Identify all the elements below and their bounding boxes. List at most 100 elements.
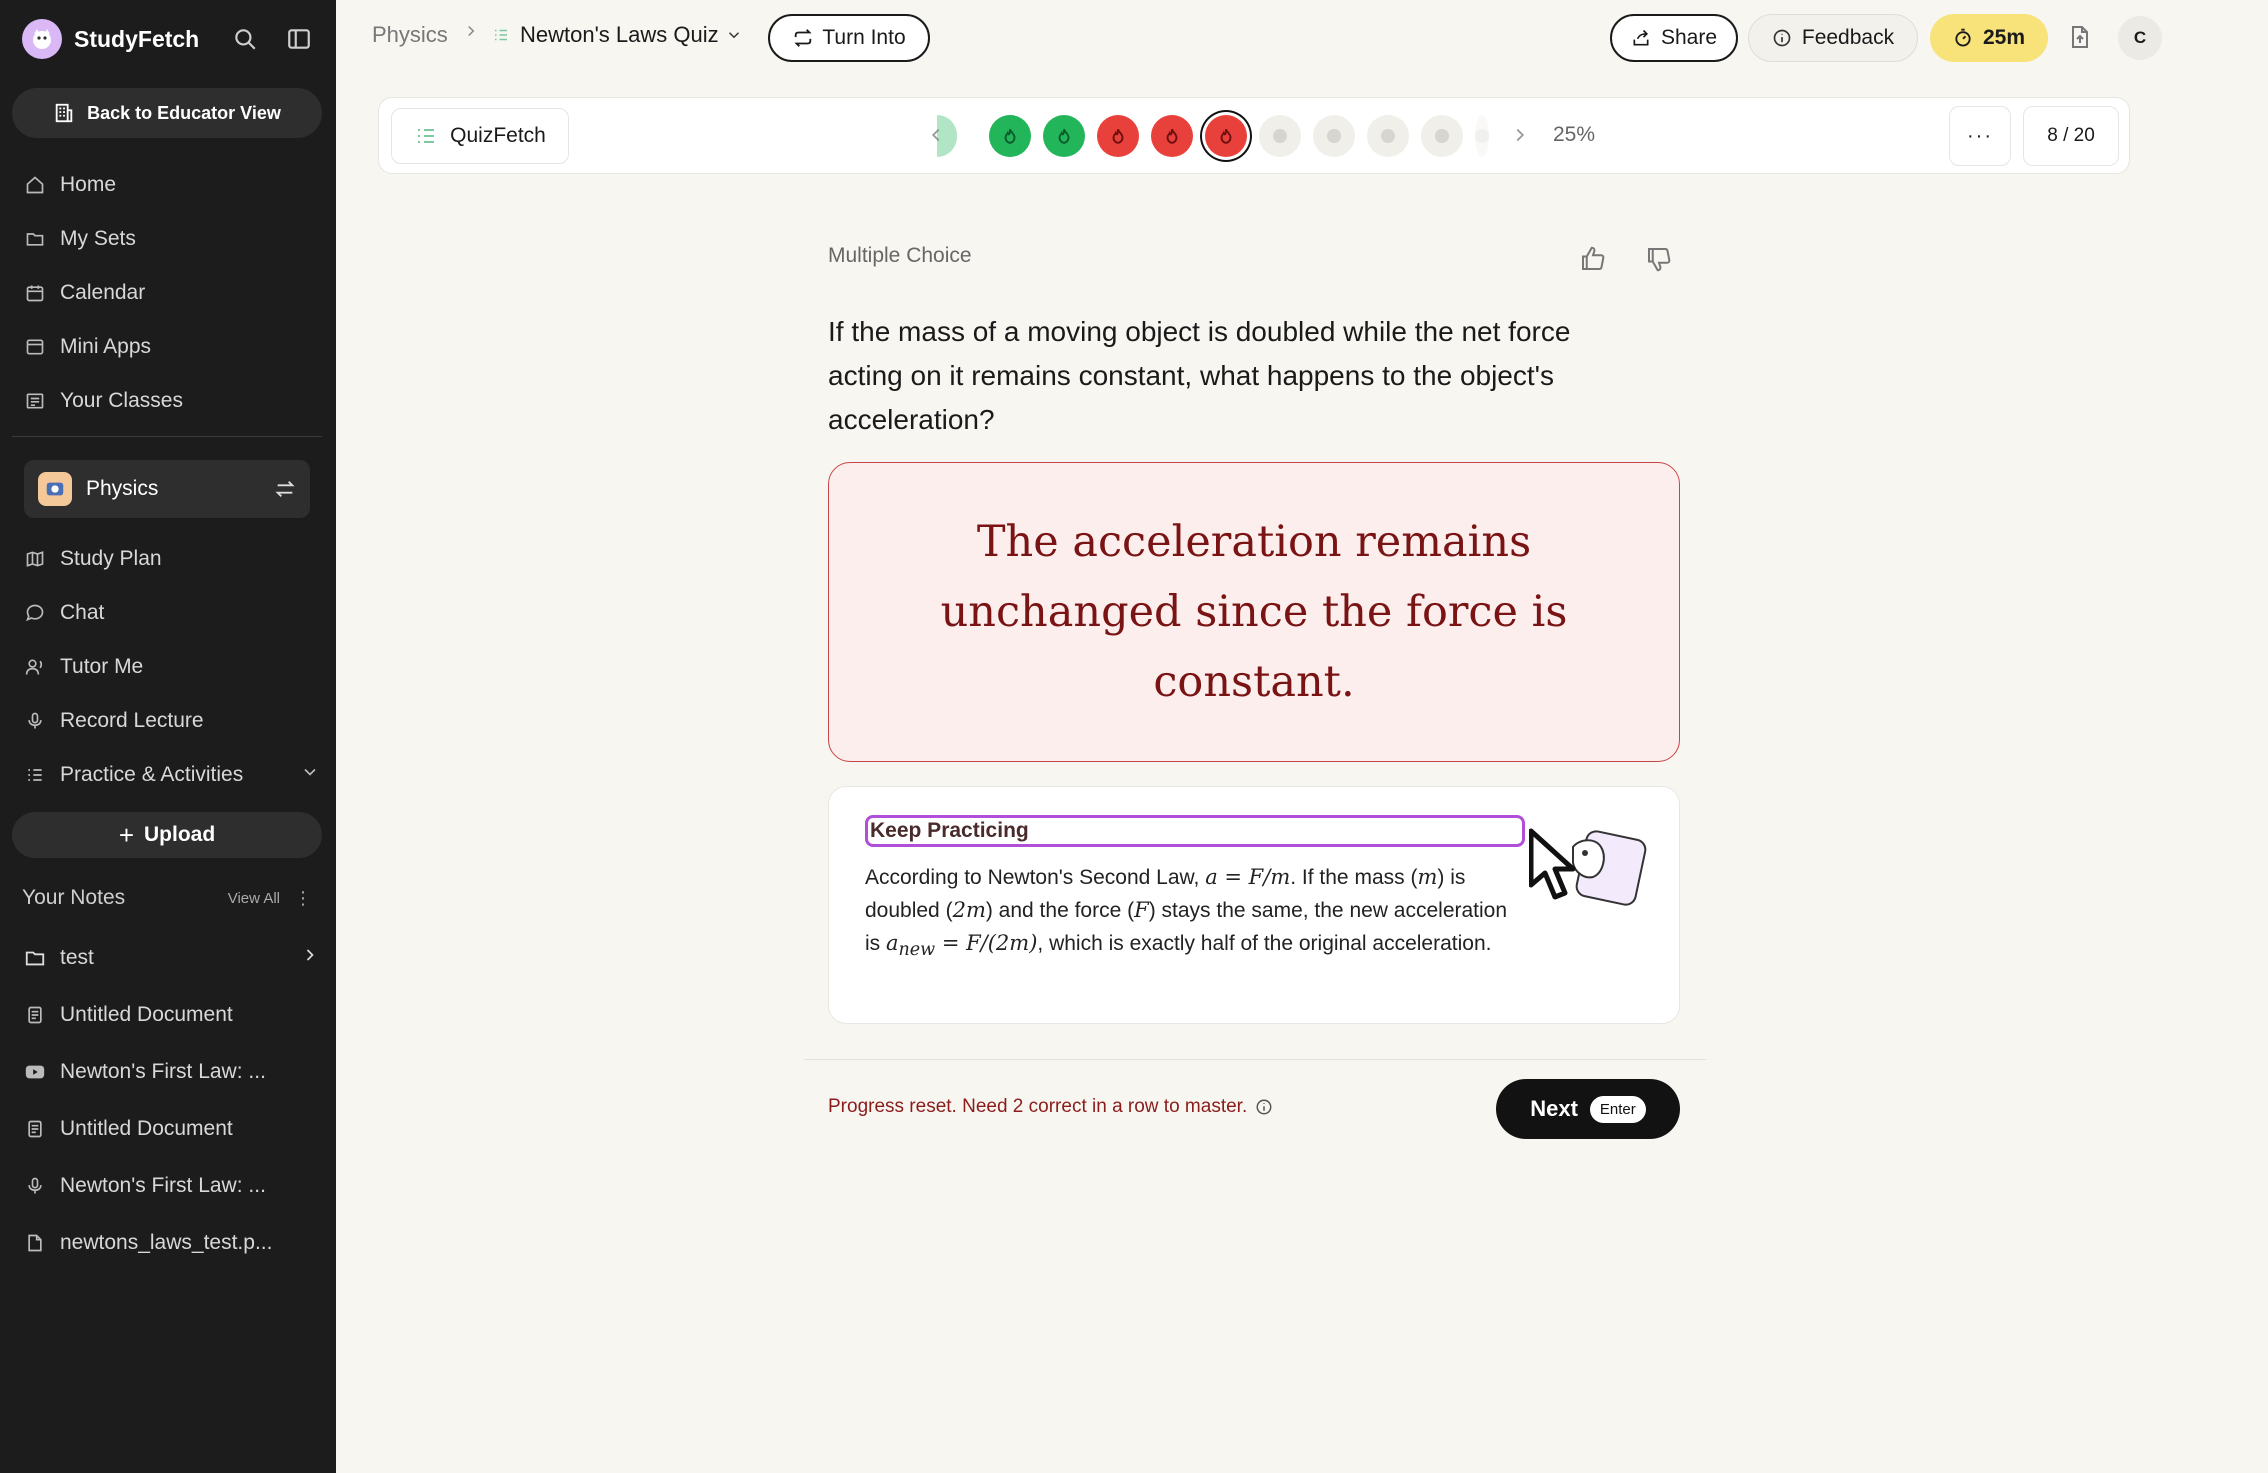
- sidebar-item-record-lecture[interactable]: Record Lecture: [24, 701, 320, 741]
- sidebar-item-label: My Sets: [60, 227, 136, 250]
- chevron-right-icon[interactable]: [300, 945, 320, 971]
- timer-button[interactable]: 25m: [1930, 14, 2048, 62]
- view-all-link[interactable]: View All: [228, 890, 280, 907]
- timer-label: 25m: [1982, 26, 2026, 49]
- note-label: Untitled Document: [60, 1003, 233, 1026]
- youtube-icon: [24, 1061, 46, 1083]
- footer-divider: [804, 1059, 1706, 1060]
- feedback-card: Keep Practicing According to Newton's Se…: [828, 786, 1680, 1024]
- progress-reset-message: Progress reset. Need 2 correct in a row …: [828, 1096, 1273, 1118]
- sidebar-item-tutor-me[interactable]: Tutor Me: [24, 647, 320, 687]
- sidebar-item-home[interactable]: Home: [24, 165, 320, 205]
- question-dot-empty[interactable]: [1259, 115, 1301, 157]
- question-type: Multiple Choice: [828, 244, 972, 267]
- brand[interactable]: StudyFetch: [22, 18, 199, 60]
- note-item[interactable]: Newton's First Law: ...: [24, 1166, 320, 1206]
- feedback-button[interactable]: Feedback: [1748, 14, 1918, 62]
- question-dot-wrong[interactable]: [1097, 115, 1139, 157]
- question-dot-current[interactable]: [1205, 115, 1247, 157]
- note-item[interactable]: newtons_laws_test.p...: [24, 1223, 320, 1263]
- building-icon: [55, 103, 73, 123]
- sidebar-item-practice-activities[interactable]: Practice & Activities: [24, 755, 320, 795]
- thumbs-up-icon[interactable]: [1578, 244, 1608, 279]
- next-button[interactable]: Next Enter: [1496, 1079, 1680, 1139]
- sidebar-item-mini-apps[interactable]: Mini Apps: [24, 327, 320, 367]
- progress-percent: 25%: [1553, 123, 1596, 146]
- more-options-button[interactable]: ···: [1949, 106, 2011, 166]
- quizfetch-text: QuizFetch: [450, 124, 546, 147]
- brand-name: StudyFetch: [74, 25, 200, 52]
- enter-key-hint: Enter: [1589, 1095, 1646, 1123]
- question-dot-correct[interactable]: [1043, 115, 1085, 157]
- note-item[interactable]: test: [24, 938, 320, 978]
- sidebar-item-label: Study Plan: [60, 547, 162, 570]
- note-item[interactable]: Newton's First Law: ...: [24, 1052, 320, 1092]
- app-window-icon: [24, 336, 46, 358]
- note-label: Newton's First Law: ...: [60, 1060, 266, 1083]
- share-button[interactable]: Share: [1610, 14, 1738, 62]
- question-dot-empty[interactable]: [1313, 115, 1355, 157]
- sidebar-toggle-icon[interactable]: [282, 22, 316, 56]
- export-icon[interactable]: [2068, 24, 2092, 55]
- document-icon: [24, 1118, 46, 1140]
- turn-into-label: Turn Into: [822, 26, 906, 49]
- selected-answer-text: The acceleration remains unchanged since…: [940, 517, 1568, 707]
- note-item[interactable]: Untitled Document: [24, 1109, 320, 1149]
- classes-icon: [24, 390, 46, 412]
- folder-icon: [24, 947, 46, 969]
- sidebar-item-label: Your Classes: [60, 389, 183, 412]
- note-label: newtons_laws_test.p...: [60, 1231, 273, 1254]
- note-item[interactable]: Untitled Document: [24, 995, 320, 1035]
- sidebar-item-calendar[interactable]: Calendar: [24, 273, 320, 313]
- class-name: Physics: [86, 477, 159, 500]
- share-icon: [1633, 29, 1649, 46]
- share-label: Share: [1660, 26, 1718, 49]
- sidebar-item-label: Calendar: [60, 281, 146, 304]
- thumbs-down-icon[interactable]: [1644, 244, 1674, 279]
- sidebar-item-label: Home: [60, 173, 117, 196]
- microphone-icon: [24, 1175, 46, 1197]
- sidebar-item-chat[interactable]: Chat: [24, 593, 320, 633]
- sidebar-item-label: Practice & Activities: [60, 763, 244, 786]
- sidebar-divider: [12, 436, 322, 437]
- chevron-right-icon: [462, 22, 480, 40]
- upload-label: Upload: [144, 823, 216, 846]
- sidebar-item-label: Record Lecture: [60, 709, 204, 732]
- info-icon[interactable]: [1255, 1098, 1273, 1116]
- document-icon: [24, 1004, 46, 1026]
- upload-button[interactable]: + Upload: [12, 812, 322, 858]
- mascot-illustration-icon: [1529, 828, 1647, 906]
- back-to-educator-view-button[interactable]: Back to Educator View: [12, 88, 322, 138]
- flame-icon: [1112, 128, 1124, 144]
- flame-icon: [1058, 128, 1070, 144]
- sidebar: StudyFetch Back to Educator View Home My…: [0, 0, 336, 1473]
- question-dot-empty[interactable]: [1367, 115, 1409, 157]
- question-dot-wrong[interactable]: [1151, 115, 1193, 157]
- flame-icon: [1004, 128, 1016, 144]
- turn-into-button[interactable]: Turn Into: [768, 14, 930, 62]
- sidebar-item-your-classes[interactable]: Your Classes: [24, 381, 320, 421]
- question-text: If the mass of a moving object is double…: [828, 316, 1571, 435]
- sidebar-item-my-sets[interactable]: My Sets: [24, 219, 320, 259]
- chevron-right-icon[interactable]: [1509, 124, 1531, 152]
- flame-icon: [1166, 128, 1178, 144]
- sidebar-item-label: Mini Apps: [60, 335, 152, 358]
- selected-answer-card[interactable]: The acceleration remains unchanged since…: [828, 462, 1680, 762]
- chevron-down-icon[interactable]: [300, 762, 320, 788]
- swap-icon[interactable]: [274, 478, 296, 505]
- question-dot-correct[interactable]: [989, 115, 1031, 157]
- breadcrumb-root[interactable]: Physics: [372, 22, 448, 48]
- quiz-list-icon: [495, 29, 507, 41]
- breadcrumb-current[interactable]: Newton's Laws Quiz: [492, 22, 743, 48]
- more-options-icon[interactable]: ⋮: [294, 888, 312, 909]
- user-avatar[interactable]: C: [2118, 16, 2162, 60]
- sidebar-item-study-plan[interactable]: Study Plan: [24, 539, 320, 579]
- search-icon[interactable]: [228, 22, 262, 56]
- class-switcher[interactable]: Physics: [24, 460, 310, 518]
- question-counter[interactable]: 8 / 20: [2023, 106, 2119, 166]
- quizfetch-label[interactable]: QuizFetch: [391, 108, 569, 164]
- list-icon: [24, 764, 46, 786]
- note-label: Untitled Document: [60, 1117, 233, 1140]
- question-dot-empty[interactable]: [1421, 115, 1463, 157]
- question-dot-faded: [1475, 115, 1489, 157]
